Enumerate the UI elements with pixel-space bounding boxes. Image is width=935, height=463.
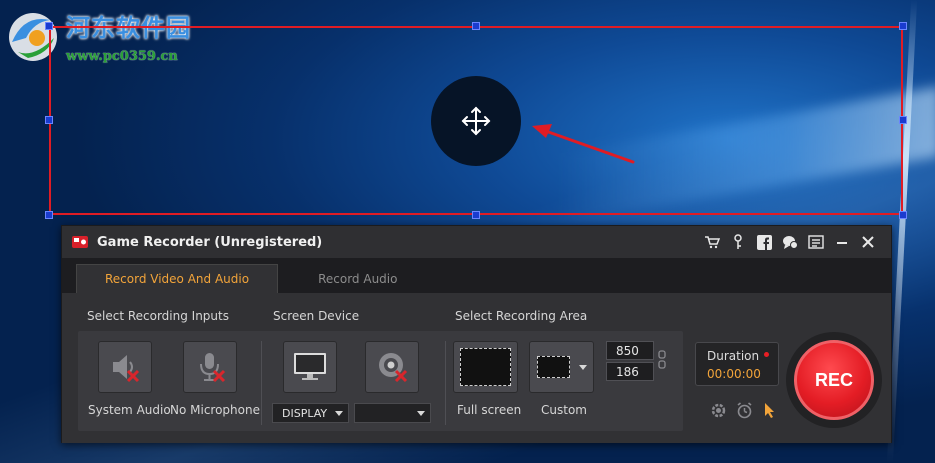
link-icon[interactable] [658, 345, 666, 375]
chevron-down-icon [417, 411, 425, 416]
microphone-muted-icon [200, 353, 226, 383]
app-logo-icon [72, 236, 88, 248]
webcam-select[interactable] [354, 403, 431, 423]
chevron-down-icon [579, 365, 587, 370]
resize-handle-top-left[interactable] [45, 22, 53, 30]
resize-handle-bottom-right[interactable] [899, 211, 907, 219]
annotation-arrow-icon [532, 124, 635, 164]
duration-time: 00:00:00 [707, 367, 761, 381]
rec-button-ring: REC [786, 332, 882, 428]
recording-dot-icon [764, 352, 769, 357]
cursor-icon[interactable] [761, 401, 779, 419]
webcam-button[interactable] [365, 341, 419, 393]
facebook-icon[interactable] [751, 231, 777, 253]
game-recorder-window: Game Recorder (Unregistered) Record Vide… [61, 225, 892, 443]
duration-label: Duration [707, 349, 760, 363]
tab-bar: Record Video And Audio Record Audio [62, 258, 891, 293]
resize-handle-top[interactable] [472, 22, 480, 30]
display-select[interactable]: DISPLAY [272, 403, 349, 423]
custom-area-button[interactable] [529, 341, 594, 393]
height-input[interactable]: 186 [606, 362, 654, 381]
display-select-value: DISPLAY [282, 406, 328, 420]
section-label-inputs: Select Recording Inputs [87, 309, 229, 323]
resize-handle-bottom-left[interactable] [45, 211, 53, 219]
resize-handle-top-right[interactable] [899, 22, 907, 30]
custom-label: Custom [541, 403, 587, 417]
custom-area-icon [537, 356, 570, 378]
speaker-muted-icon [113, 355, 140, 383]
microphone-button[interactable] [183, 341, 237, 393]
system-audio-label: System Audio [88, 403, 171, 417]
recorder-content: Select Recording Inputs Screen Device Se… [62, 293, 891, 443]
microphone-label: No Microphone [170, 403, 260, 417]
display-button[interactable] [283, 341, 337, 393]
full-screen-button[interactable] [453, 341, 518, 393]
options-panel: System Audio No Microphone DISPLAY Full … [78, 331, 683, 431]
width-input[interactable]: 850 [606, 341, 654, 360]
resize-handle-bottom[interactable] [472, 211, 480, 219]
system-audio-button[interactable] [98, 341, 152, 393]
alarm-clock-icon[interactable] [735, 401, 753, 419]
menu-icon[interactable] [803, 231, 829, 253]
full-screen-label: Full screen [457, 403, 522, 417]
duration-box: Duration 00:00:00 [695, 342, 779, 386]
minimize-icon[interactable] [829, 231, 855, 253]
window-title: Game Recorder (Unregistered) [97, 234, 323, 250]
webcam-muted-icon [379, 353, 408, 383]
title-bar[interactable]: Game Recorder (Unregistered) [62, 226, 891, 258]
section-label-area: Select Recording Area [455, 309, 588, 323]
full-screen-icon [460, 348, 511, 386]
cart-icon[interactable] [699, 231, 725, 253]
resize-handle-right[interactable] [899, 116, 907, 124]
rec-button[interactable]: REC [794, 340, 874, 420]
close-icon[interactable] [855, 231, 881, 253]
monitor-icon [294, 353, 326, 380]
move-handle[interactable] [431, 76, 521, 166]
chat-icon[interactable] [777, 231, 803, 253]
key-icon[interactable] [725, 231, 751, 253]
tab-record-audio[interactable]: Record Audio [278, 264, 437, 293]
divider [261, 341, 262, 425]
settings-gear-icon[interactable] [709, 401, 727, 419]
resize-handle-left[interactable] [45, 116, 53, 124]
move-arrows-icon [461, 106, 491, 136]
divider [445, 341, 446, 425]
tab-record-video-audio[interactable]: Record Video And Audio [76, 264, 279, 293]
section-label-screen: Screen Device [273, 309, 360, 323]
chevron-down-icon [335, 411, 343, 416]
